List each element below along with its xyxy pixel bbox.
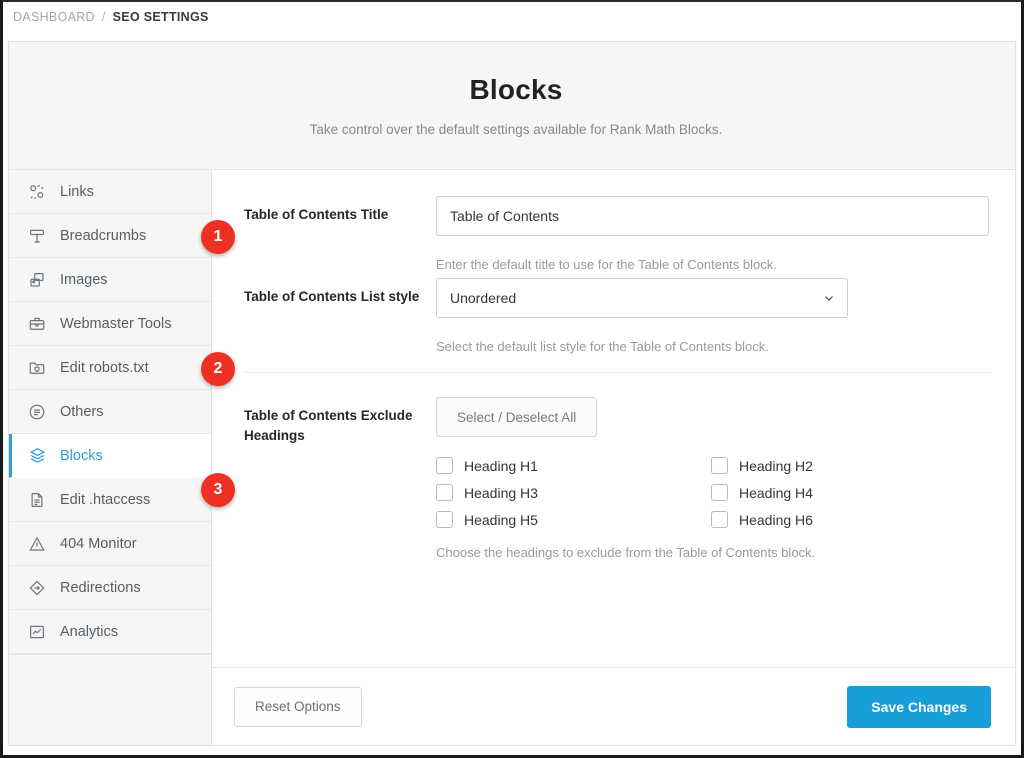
sidebar-item-label: Edit robots.txt bbox=[60, 360, 149, 376]
folder-shield-icon bbox=[26, 357, 48, 379]
settings-sidebar: Links Breadcrumbs bbox=[9, 170, 212, 745]
checkbox-heading-h3[interactable]: Heading H3 bbox=[436, 484, 711, 501]
annotation-badge-1: 1 bbox=[201, 220, 235, 254]
breadcrumb-dashboard-link[interactable]: DASHBOARD bbox=[13, 10, 95, 24]
redirect-diamond-icon bbox=[26, 577, 48, 599]
toc-list-style-select-wrapper: Unordered bbox=[436, 278, 848, 318]
field-label: Table of Contents Exclude Headings bbox=[244, 397, 432, 560]
checkbox-label: Heading H6 bbox=[739, 512, 813, 528]
checkbox-label: Heading H3 bbox=[464, 485, 538, 501]
checkbox-box[interactable] bbox=[711, 484, 728, 501]
field-toc-title: Table of Contents Title Enter the defaul… bbox=[244, 196, 991, 278]
panel-body: Links Breadcrumbs bbox=[9, 170, 1015, 745]
page-title: Blocks bbox=[469, 74, 562, 106]
sidebar-item-blocks[interactable]: Blocks bbox=[9, 434, 211, 478]
sidebar-item-edit-robots-txt[interactable]: Edit robots.txt bbox=[9, 346, 211, 390]
settings-content: Table of Contents Title Enter the defaul… bbox=[212, 170, 1015, 745]
page-header: Blocks Take control over the default set… bbox=[9, 42, 1015, 170]
field-toc-list-style: Table of Contents List style Unordered bbox=[244, 278, 991, 360]
settings-panel: Blocks Take control over the default set… bbox=[8, 41, 1016, 746]
chart-icon bbox=[26, 621, 48, 643]
sidebar-item-edit-htaccess[interactable]: Edit .htaccess bbox=[9, 478, 211, 522]
images-icon bbox=[26, 269, 48, 291]
checkbox-label: Heading H1 bbox=[464, 458, 538, 474]
field-hint: Select the default list style for the Ta… bbox=[436, 339, 991, 354]
links-icon bbox=[26, 181, 48, 203]
sidebar-item-label: Links bbox=[60, 184, 94, 200]
document-icon bbox=[26, 489, 48, 511]
breadcrumb-current-page: SEO SETTINGS bbox=[113, 10, 209, 24]
checkbox-box[interactable] bbox=[436, 484, 453, 501]
field-control: Enter the default title to use for the T… bbox=[432, 196, 991, 272]
sidebar-filler bbox=[9, 654, 211, 745]
form-footer: Reset Options Save Changes bbox=[212, 667, 1015, 745]
save-changes-button[interactable]: Save Changes bbox=[847, 686, 991, 728]
checkbox-label: Heading H4 bbox=[739, 485, 813, 501]
field-label: Table of Contents Title bbox=[244, 196, 432, 272]
sidebar-item-webmaster-tools[interactable]: Webmaster Tools bbox=[9, 302, 211, 346]
checkbox-heading-h6[interactable]: Heading H6 bbox=[711, 511, 986, 528]
sidebar-item-breadcrumbs[interactable]: Breadcrumbs bbox=[9, 214, 211, 258]
sidebar-item-label: Breadcrumbs bbox=[60, 228, 146, 244]
checkbox-heading-h4[interactable]: Heading H4 bbox=[711, 484, 986, 501]
field-hint: Choose the headings to exclude from the … bbox=[436, 545, 991, 560]
breadcrumbs-icon bbox=[26, 225, 48, 247]
heading-checkbox-grid: Heading H1 Heading H2 Heading H3 bbox=[436, 457, 991, 528]
checkbox-box[interactable] bbox=[711, 511, 728, 528]
sidebar-item-label: Webmaster Tools bbox=[60, 316, 171, 332]
field-toc-exclude-headings: Table of Contents Exclude Headings Selec… bbox=[244, 372, 991, 566]
sidebar-item-links[interactable]: Links bbox=[9, 170, 211, 214]
checkbox-box[interactable] bbox=[436, 511, 453, 528]
breadcrumb: DASHBOARD / SEO SETTINGS bbox=[3, 2, 1021, 32]
sidebar-item-label: Analytics bbox=[60, 624, 118, 640]
checkbox-heading-h2[interactable]: Heading H2 bbox=[711, 457, 986, 474]
checkbox-box[interactable] bbox=[711, 457, 728, 474]
sidebar-item-images[interactable]: Images bbox=[9, 258, 211, 302]
checkbox-label: Heading H5 bbox=[464, 512, 538, 528]
fields-container: Table of Contents Title Enter the defaul… bbox=[212, 170, 1015, 667]
checkbox-heading-h5[interactable]: Heading H5 bbox=[436, 511, 711, 528]
sidebar-item-others[interactable]: Others bbox=[9, 390, 211, 434]
select-deselect-all-button[interactable]: Select / Deselect All bbox=[436, 397, 597, 437]
annotation-badge-3: 3 bbox=[201, 473, 235, 507]
field-label: Table of Contents List style bbox=[244, 278, 432, 354]
app-window: DASHBOARD / SEO SETTINGS Blocks Take con… bbox=[0, 0, 1024, 758]
list-circle-icon bbox=[26, 401, 48, 423]
sidebar-item-label: Redirections bbox=[60, 580, 141, 596]
toc-list-style-select[interactable]: Unordered bbox=[436, 278, 848, 318]
toc-title-input[interactable] bbox=[436, 196, 989, 236]
sidebar-item-redirections[interactable]: Redirections bbox=[9, 566, 211, 610]
checkbox-heading-h1[interactable]: Heading H1 bbox=[436, 457, 711, 474]
breadcrumb-separator: / bbox=[102, 10, 106, 24]
sidebar-item-label: Others bbox=[60, 404, 104, 420]
sidebar-item-404-monitor[interactable]: 404 Monitor bbox=[9, 522, 211, 566]
field-control: Unordered Select the default list style … bbox=[432, 278, 991, 354]
sidebar-item-label: 404 Monitor bbox=[60, 536, 137, 552]
page-subtitle: Take control over the default settings a… bbox=[310, 122, 723, 137]
blocks-icon bbox=[26, 445, 48, 467]
checkbox-label: Heading H2 bbox=[739, 458, 813, 474]
toolbox-icon bbox=[26, 313, 48, 335]
sidebar-item-label: Images bbox=[60, 272, 108, 288]
sidebar-item-analytics[interactable]: Analytics bbox=[9, 610, 211, 654]
reset-options-button[interactable]: Reset Options bbox=[234, 687, 362, 727]
field-hint: Enter the default title to use for the T… bbox=[436, 257, 991, 272]
field-control: Select / Deselect All Heading H1 Heading… bbox=[432, 397, 991, 560]
checkbox-box[interactable] bbox=[436, 457, 453, 474]
sidebar-item-label: Blocks bbox=[60, 448, 103, 464]
warning-triangle-icon bbox=[26, 533, 48, 555]
sidebar-item-label: Edit .htaccess bbox=[60, 492, 150, 508]
annotation-badge-2: 2 bbox=[201, 352, 235, 386]
